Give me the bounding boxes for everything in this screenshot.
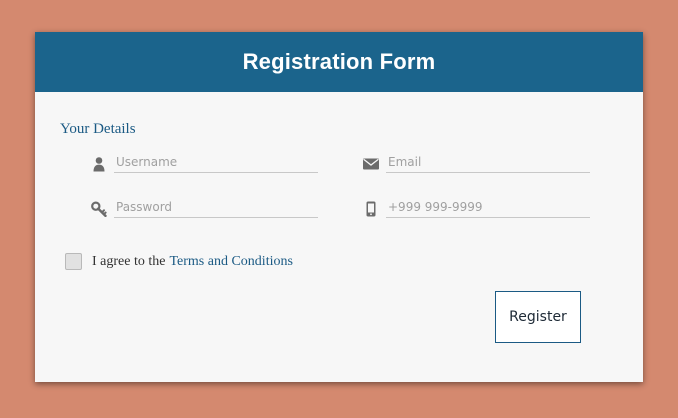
- registration-card: Registration Form Your Details Username …: [35, 32, 643, 382]
- password-input[interactable]: [114, 197, 318, 218]
- envelope-icon: [363, 158, 379, 170]
- phone-input[interactable]: [386, 197, 590, 218]
- username-input[interactable]: [114, 152, 318, 173]
- key-icon: [91, 201, 107, 217]
- username-field-group: [91, 152, 321, 176]
- agree-text: I agree to the: [92, 253, 166, 269]
- password-field-group: [91, 197, 321, 221]
- section-title: Your Details: [60, 121, 136, 137]
- register-button[interactable]: Register: [495, 291, 581, 343]
- mobile-phone-icon: [366, 201, 376, 217]
- card-header: Registration Form: [35, 32, 643, 92]
- form-title: Registration Form: [242, 49, 436, 74]
- terms-and-conditions-link[interactable]: Terms and Conditions: [169, 254, 292, 270]
- phone-field-group: [363, 197, 593, 221]
- terms-agreement-row: I agree to the Terms and Conditions: [65, 253, 293, 270]
- terms-checkbox[interactable]: [65, 253, 82, 270]
- email-field-group: [363, 152, 593, 176]
- user-icon: [93, 157, 105, 172]
- email-input[interactable]: [386, 152, 590, 173]
